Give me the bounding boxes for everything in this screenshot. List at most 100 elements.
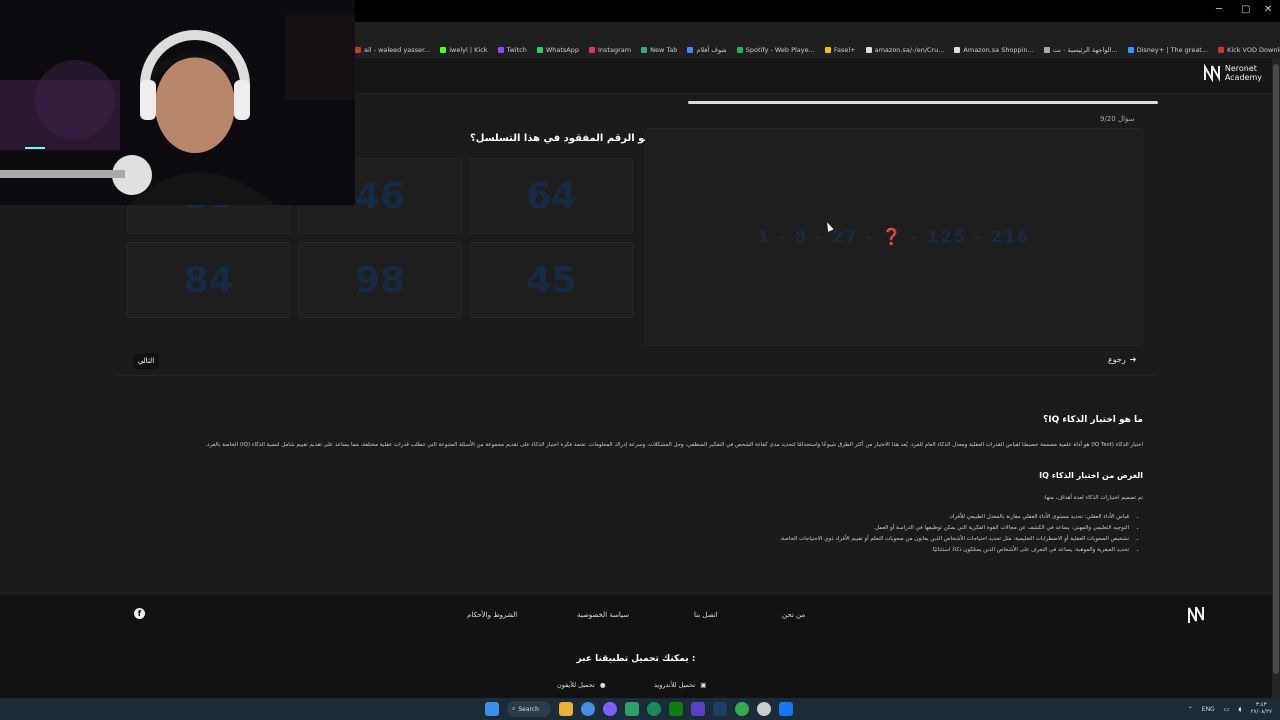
answer-option[interactable]: 84	[127, 242, 291, 318]
bookmark-label: amazon.sa/-/en/Cru...	[874, 46, 945, 54]
iq-article: ما هو اختبار الذكاء IQ؟ اختبار الذكاء (I…	[180, 415, 1143, 556]
bookmark-label: Kick VOD Download...	[1227, 46, 1280, 54]
iphone-download-button[interactable]: تحميل للآيفون ●	[557, 681, 605, 689]
screen: ─ ▢ ✕ ☆ ⧉ ▭ ● ⋮ ail - waleed yasser...iw…	[0, 0, 1280, 720]
facebook-icon[interactable]: f	[134, 608, 145, 619]
amazon-icon	[865, 47, 872, 53]
language-indicator[interactable]: ENG	[1202, 706, 1215, 713]
chrome-icon[interactable]	[581, 702, 595, 716]
bookmark-item[interactable]: WhatsApp	[536, 46, 579, 54]
article-subtitle: الغرض من اختبار الذكاء IQ	[1039, 471, 1143, 480]
answer-option[interactable]: 98	[298, 242, 462, 318]
android-download-button[interactable]: تحميل للأندرويد ▣	[654, 681, 706, 689]
footer-link-privacy[interactable]: سياسة الخصوصية	[577, 611, 629, 619]
bookmark-item[interactable]: Amazon.sa Shoppin...	[954, 46, 1034, 54]
back-button-label: رجوع	[1108, 355, 1126, 364]
browser-icon[interactable]	[735, 702, 749, 716]
minimize-icon[interactable]: ─	[1216, 4, 1222, 15]
sequence-term: 27	[831, 227, 859, 246]
twitch-icon[interactable]	[691, 702, 705, 716]
footer-link-contact[interactable]: اتصل بنا	[694, 611, 718, 619]
bookmark-item[interactable]: iwelyl | Kick	[440, 46, 488, 54]
fasel-icon	[824, 47, 831, 53]
sequence: 1 - 8 - 27 - ❓ - 125 - 216	[757, 227, 1031, 246]
netflix-icon	[1043, 47, 1050, 53]
puzzle-panel: 1 - 8 - 27 - ❓ - 125 - 216	[645, 128, 1143, 346]
webcam-image	[0, 0, 355, 205]
bookmark-item[interactable]: ail - waleed yasser...	[355, 46, 430, 54]
chevron-up-icon[interactable]: ⌃	[1188, 706, 1193, 713]
settings-icon[interactable]	[757, 702, 771, 716]
android-icon: ▣	[700, 681, 707, 689]
close-icon[interactable]: ✕	[1264, 4, 1272, 15]
bookmark-item[interactable]: Instagram	[589, 46, 631, 54]
bookmark-item[interactable]: Fasel+	[824, 46, 856, 54]
bookmark-label: الواجهة الرئيسية - نت...	[1052, 46, 1118, 54]
neronet-logo-icon	[1203, 64, 1220, 82]
bookmark-label: Amazon.sa Shoppin...	[963, 46, 1034, 54]
start-icon[interactable]	[485, 702, 499, 716]
progress-bar	[688, 101, 1158, 104]
bookmark-item[interactable]: Twitch	[497, 46, 527, 54]
bookmark-label: Fasel+	[833, 46, 856, 54]
discord-icon[interactable]	[603, 702, 617, 716]
file-explorer-icon[interactable]	[559, 702, 573, 716]
question-text: ما هو الرقم المفقود في هذا التسلسل؟	[470, 133, 665, 144]
disney-icon	[1127, 47, 1134, 53]
bookmarks-bar: ail - waleed yasser... iwelyl | Kick Twitc…	[355, 42, 1280, 58]
site-logo[interactable]: Neronet Academy	[1203, 64, 1262, 82]
bookmark-label: iwelyl | Kick	[449, 46, 488, 54]
list-item: تشخيص الصعوبات العقلية أو الاضطرابات الت…	[180, 534, 1129, 545]
bookmark-label: شوف أفلام	[696, 46, 727, 54]
footer-link-about[interactable]: من نحن	[782, 611, 805, 619]
taskbar-search[interactable]: ⌕ Search	[507, 701, 551, 717]
steam-icon[interactable]	[713, 702, 727, 716]
volume-icon[interactable]: ◖	[1238, 706, 1241, 713]
bookmark-label: ail - waleed yasser...	[364, 46, 431, 54]
spotify-icon	[736, 47, 743, 53]
footer-link-terms[interactable]: الشروط والأحكام	[467, 611, 517, 619]
amazon-icon	[954, 47, 961, 53]
whatsapp-icon	[536, 47, 543, 53]
divider	[115, 375, 1155, 376]
sequence-term: 216	[990, 227, 1031, 246]
list-item: تحديد العبقرية والموهبة: يساعد في التعرف…	[180, 545, 1129, 556]
back-button[interactable]: رجوع ➔	[1108, 355, 1136, 364]
clock[interactable]: ٣:٤٣ ٢٧/٠٨/٢٧	[1251, 702, 1272, 716]
bookmark-label: Disney+ | The great...	[1136, 46, 1209, 54]
kick-icon	[440, 47, 447, 53]
bookmark-item[interactable]: New Tab	[641, 46, 677, 54]
article-title: ما هو اختبار الذكاء IQ؟	[1043, 415, 1143, 425]
app-icon[interactable]	[625, 702, 639, 716]
maximize-icon[interactable]: ▢	[1241, 4, 1250, 15]
bookmark-item[interactable]: شوف أفلام	[687, 46, 727, 54]
article-paragraph: اختبار الذكاء (IQ Test) هو أداة علمية مص…	[205, 442, 1143, 448]
question-counter: سؤال 9/20	[1100, 115, 1135, 123]
bookmark-item[interactable]: Spotify - Web Playe...	[736, 46, 815, 54]
answer-option[interactable]: 64	[469, 158, 633, 234]
answer-option[interactable]: 45	[469, 242, 633, 318]
search-label: Search	[518, 705, 539, 713]
bookmark-item[interactable]: الواجهة الرئيسية - نت...	[1043, 46, 1118, 54]
sequence-term: 1	[757, 227, 772, 246]
list-item: قياس الأداء العقلي: تحديد مستوى الأداء ا…	[180, 512, 1129, 523]
spotify-icon[interactable]	[647, 702, 661, 716]
article-intro: تم تصميم اختبارات الذكاء لعدة أهداف، منه…	[1043, 495, 1143, 501]
kick-icon	[1218, 47, 1225, 53]
bookmark-item[interactable]: Kick VOD Download...	[1218, 46, 1280, 54]
facebook-app-icon[interactable]	[779, 702, 793, 716]
xbox-icon[interactable]	[669, 702, 683, 716]
next-button[interactable]: التالي	[133, 353, 159, 369]
logo-line-2: Academy	[1224, 73, 1262, 82]
bookmark-item[interactable]: amazon.sa/-/en/Cru...	[865, 46, 945, 54]
search-icon: ⌕	[512, 705, 516, 712]
scrollbar-thumb[interactable]	[1273, 64, 1279, 674]
bookmark-item[interactable]: Disney+ | The great...	[1127, 46, 1209, 54]
webcam-overlay	[0, 0, 355, 205]
network-icon[interactable]: ▭	[1224, 706, 1230, 713]
android-download-label: تحميل للأندرويد	[654, 681, 696, 689]
bookmark-label: Instagram	[598, 46, 632, 54]
scrollbar[interactable]	[1272, 58, 1280, 698]
film-icon	[687, 47, 694, 53]
footer-logo-icon	[1188, 606, 1204, 623]
